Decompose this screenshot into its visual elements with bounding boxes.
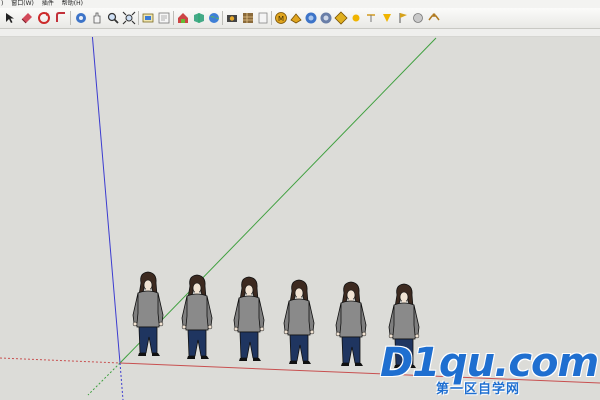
paint-icon[interactable] <box>289 11 303 25</box>
watermark-sub: 第一区自学网 <box>436 382 521 397</box>
pan-icon[interactable] <box>90 11 104 25</box>
zoom-icon[interactable] <box>106 11 120 25</box>
menu-bar: ) 窗口(W) 插件 帮助(H) <box>0 0 600 8</box>
flag-icon[interactable] <box>396 11 410 25</box>
blue-axis <box>91 37 121 364</box>
blue-axis-dotted <box>119 362 124 400</box>
menu-item-plugins[interactable]: 插件 <box>42 0 54 8</box>
watermark: D1qu.com 第一区自学网 <box>380 343 600 400</box>
walk-icon[interactable] <box>427 11 441 25</box>
rotate-icon[interactable] <box>37 11 51 25</box>
red-axis-dotted <box>0 357 121 364</box>
page-icon[interactable] <box>256 11 270 25</box>
iso-view-icon[interactable] <box>141 11 155 25</box>
menu-item-help[interactable]: 帮助(H) <box>62 0 83 8</box>
tape-icon[interactable] <box>380 11 394 25</box>
person-figure <box>335 281 367 367</box>
toolbar-separator <box>271 11 272 25</box>
menu-item-partial[interactable]: ) <box>1 0 3 8</box>
sphere-icon[interactable] <box>411 11 425 25</box>
rect-icon[interactable] <box>54 11 68 25</box>
house-view-icon[interactable] <box>176 11 190 25</box>
toolbar-separator <box>138 11 139 25</box>
svg-text:M: M <box>278 15 284 23</box>
watermark-main: D1qu.com <box>380 340 599 386</box>
green-axis <box>119 37 437 364</box>
shadow-icon[interactable] <box>304 11 318 25</box>
green-axis-dotted <box>87 362 121 396</box>
styles-icon[interactable]: M <box>274 11 288 25</box>
sun-icon[interactable] <box>349 11 363 25</box>
component-icon[interactable] <box>192 11 206 25</box>
orbit-icon[interactable] <box>74 11 88 25</box>
person-figure <box>283 279 315 365</box>
globe-icon[interactable] <box>207 11 221 25</box>
zoom-extents-icon[interactable] <box>122 11 136 25</box>
toolbar-separator <box>222 11 223 25</box>
toolbar-separator <box>173 11 174 25</box>
fog-icon[interactable] <box>319 11 333 25</box>
front-view-icon[interactable] <box>157 11 171 25</box>
dimension-icon[interactable] <box>334 11 348 25</box>
toolbar: M <box>0 8 600 29</box>
3d-viewport[interactable]: D1qu.com 第一区自学网 <box>0 37 600 400</box>
select-arrow-icon[interactable] <box>3 11 17 25</box>
person-figure <box>181 274 213 360</box>
person-figure <box>233 276 265 362</box>
texture-icon[interactable] <box>241 11 255 25</box>
eraser-icon[interactable] <box>20 11 34 25</box>
bulb-icon[interactable] <box>364 11 378 25</box>
toolbar-separator <box>70 11 71 25</box>
toolbar-strip <box>0 29 600 37</box>
menu-item-window[interactable]: 窗口(W) <box>11 0 34 8</box>
camera-icon[interactable] <box>225 11 239 25</box>
person-figure <box>132 271 164 357</box>
